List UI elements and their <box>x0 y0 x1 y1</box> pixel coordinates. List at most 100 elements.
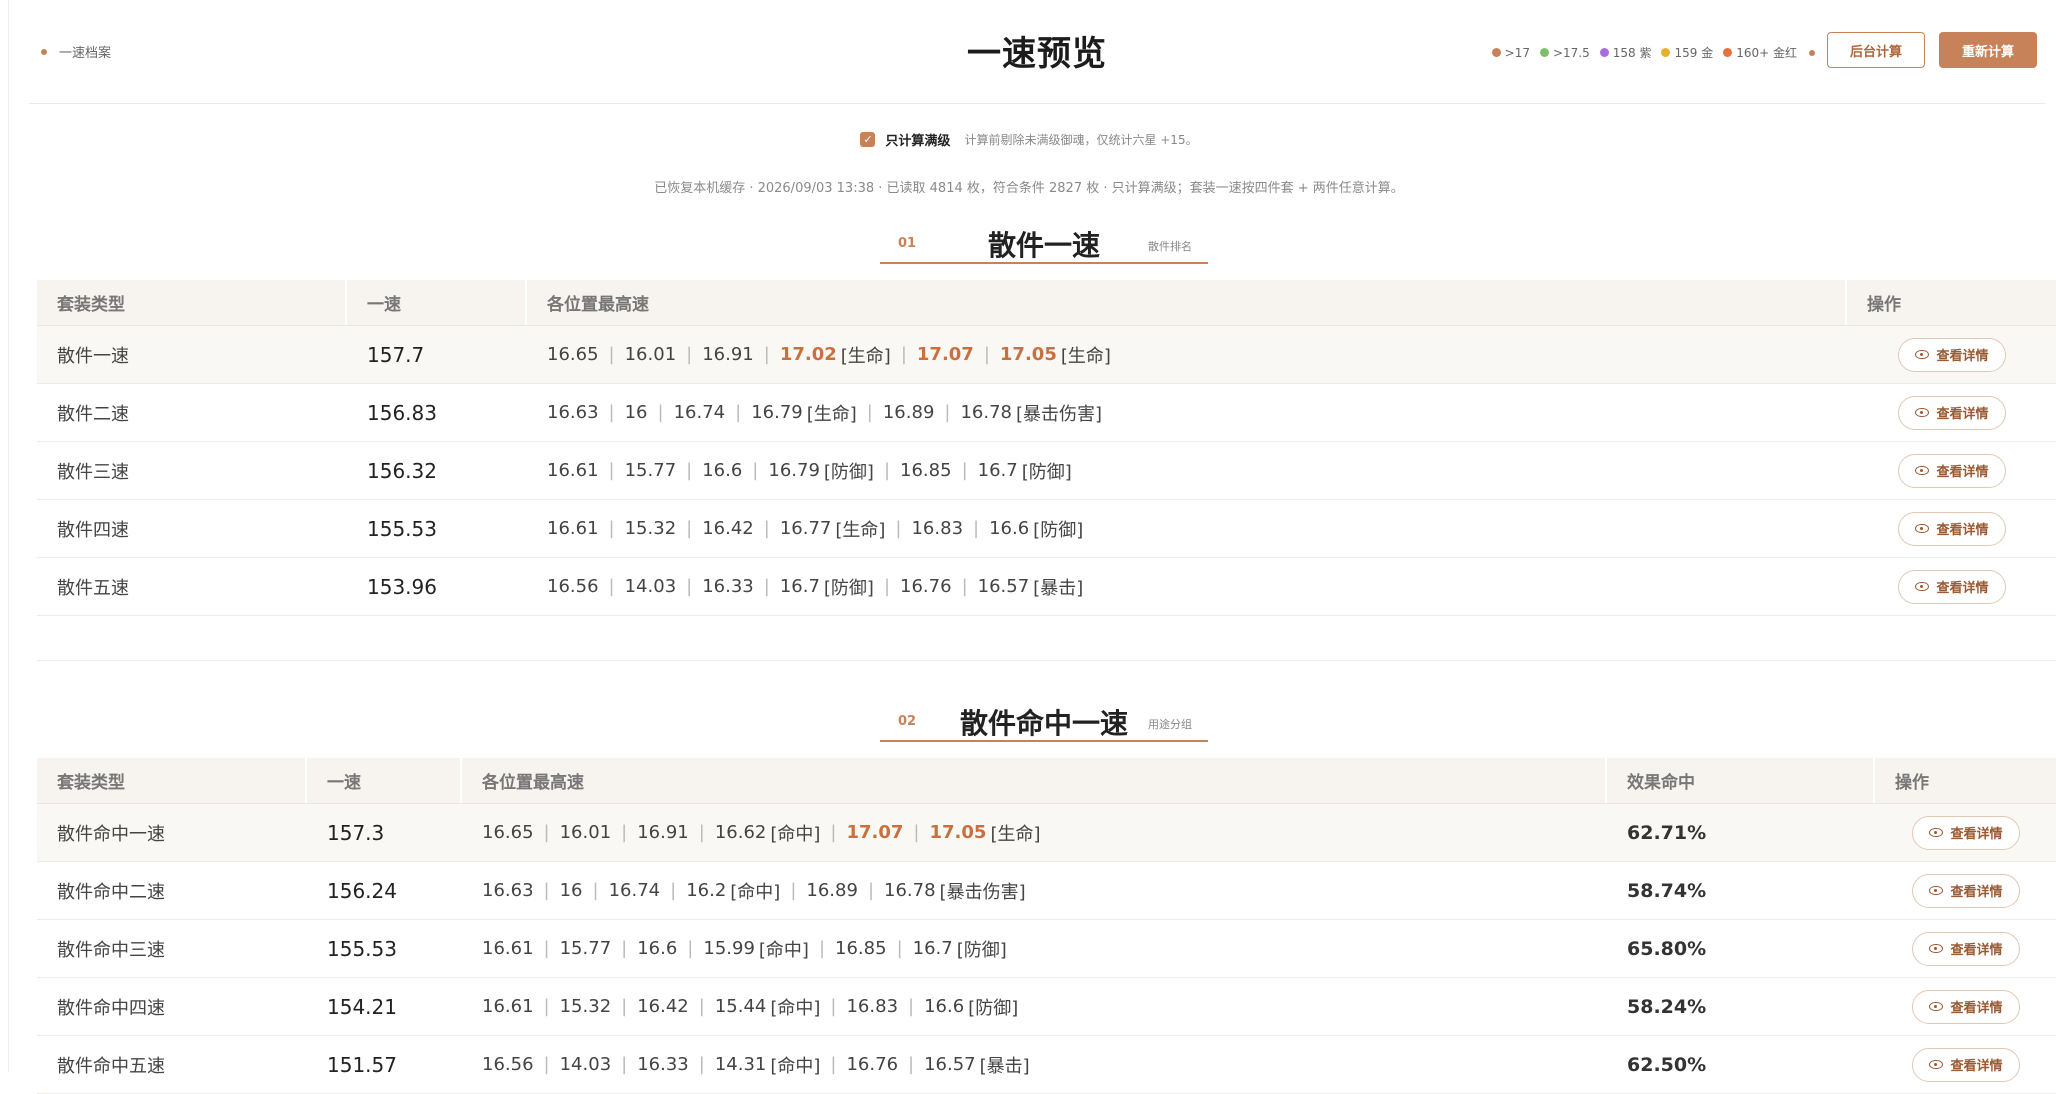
position-speeds-cell: 16.61 | 15.32 | 16.42 | 15.44 [命中] | 16.83 | 16.6 [防… <box>462 978 1607 1035</box>
column-header: 一速 <box>307 758 462 803</box>
separator: | <box>866 402 873 423</box>
set-type-cell: 散件命中四速 <box>57 997 165 1019</box>
column-header: 各位置最高速 <box>462 758 1607 803</box>
main-attr-tag: [暴击伤害] <box>939 881 1026 903</box>
set-type-cell: 散件命中五速 <box>57 1055 165 1077</box>
table-row: 散件命中二速 156.24 16.63 | 16 | 16.74 | 16.2 [命中] | 16.8… <box>37 862 2056 920</box>
separator: | <box>763 576 770 597</box>
position-speed-value: 17.07 <box>916 344 974 365</box>
view-detail-button[interactable]: 查看详情 <box>1912 989 2020 1024</box>
main-attr-tag: [暴击] <box>979 1055 1030 1077</box>
set-type-cell: 散件五速 <box>57 577 129 599</box>
table-row: 散件一速 157.7 16.65 | 16.01 | 16.91 | 17.02 [生命] | 17.… <box>37 326 2056 384</box>
main-attr-tag: [生命] <box>990 823 1041 845</box>
action-cell: 查看详情 <box>1875 920 2056 977</box>
eye-icon <box>1929 828 1944 837</box>
separator: | <box>913 822 920 843</box>
position-speeds-cell: 16.61 | 15.77 | 16.6 | 15.99 [命中] | 16.85 | 16.7 [防御… <box>462 920 1607 977</box>
view-detail-label: 查看详情 <box>1950 885 2003 900</box>
background-calc-button[interactable]: 后台计算 <box>1827 32 1925 68</box>
position-speed-value: 16.01 <box>624 344 677 365</box>
position-speed-value: 16.6 <box>989 518 1030 539</box>
action-cell: 查看详情 <box>1875 1036 2056 1093</box>
position-speed-value: 16.63 <box>547 402 599 423</box>
view-detail-button[interactable]: 查看详情 <box>1912 815 2020 850</box>
position-speed-value: 16.61 <box>547 460 599 481</box>
position-speed-value: 17.07 <box>846 822 904 843</box>
eye-icon <box>1929 1002 1944 1011</box>
position-speeds-cell: 16.65 | 16.01 | 16.91 | 16.62 [命中] | 17.07 | 17.05[… <box>462 804 1607 861</box>
separator: | <box>752 460 759 481</box>
legend-label: 158 紫 <box>1612 46 1652 60</box>
view-detail-button[interactable]: 查看详情 <box>1912 931 2020 966</box>
main-attr-tag: [暴击伤害] <box>1016 403 1103 425</box>
position-speed-value: 16.42 <box>637 996 689 1017</box>
separator: | <box>698 822 705 843</box>
set-type-cell: 散件二速 <box>57 403 129 425</box>
position-speed-value: 16.42 <box>702 518 754 539</box>
main-attr-tag: [防御] <box>823 461 874 483</box>
separator: | <box>670 880 677 901</box>
main-attr-tag: [生命] <box>835 519 886 541</box>
separator: | <box>735 402 742 423</box>
view-detail-button[interactable]: 查看详情 <box>1898 337 2006 372</box>
position-speed-value: 15.77 <box>559 938 612 959</box>
scatter-speed-table: 套装类型 一速 各位置最高速 操作 散件一速 157.7 16.65 | 16.01 | 16.91… <box>37 280 2056 616</box>
position-speed-value: 16.65 <box>547 344 599 365</box>
view-detail-button[interactable]: 查看详情 <box>1898 395 2006 430</box>
separator: | <box>608 576 615 597</box>
max-level-checkbox-label[interactable]: 只计算满级 <box>885 130 950 149</box>
main-attr-tag: [防御] <box>968 997 1019 1019</box>
view-detail-button[interactable]: 查看详情 <box>1898 569 2006 604</box>
main-attr-tag: [生命] <box>806 403 857 425</box>
main-attr-tag: [生命] <box>1060 345 1111 367</box>
separator: | <box>944 402 951 423</box>
position-speed-value: 15.32 <box>559 996 612 1017</box>
separator: | <box>830 822 837 843</box>
position-speed-value: 16.7 <box>977 460 1018 481</box>
view-detail-button[interactable]: 查看详情 <box>1912 1047 2020 1082</box>
position-speed-value: 16.74 <box>608 880 661 901</box>
position-speeds-cell: 16.56 | 14.03 | 16.33 | 14.31 [命中] | 16.76 | 16.57[… <box>462 1036 1607 1093</box>
position-speed-value: 16.78 <box>960 402 1012 423</box>
view-detail-button[interactable]: 查看详情 <box>1912 873 2020 908</box>
table-row: 散件四速 155.53 16.61 | 15.32 | 16.42 | 16.77 [生命] | 16… <box>37 500 2056 558</box>
effect-hit-cell: 58.74% <box>1627 879 1707 902</box>
separator: | <box>698 996 705 1017</box>
separator: | <box>961 460 968 481</box>
position-speed-value: 16.91 <box>702 344 754 365</box>
separator: | <box>883 576 891 597</box>
table-row: 散件命中一速 157.3 16.65 | 16.01 | 16.91 | 16.62 [命中] | 1… <box>37 804 2056 862</box>
position-speed-value: 17.05 <box>999 344 1057 365</box>
recalculate-button[interactable]: 重新计算 <box>1939 32 2037 68</box>
max-level-checkbox[interactable]: ✓ <box>860 132 876 147</box>
eye-icon <box>1915 408 1930 417</box>
legend-label: >17 <box>1504 45 1530 60</box>
view-detail-label: 查看详情 <box>1950 1001 2003 1016</box>
position-speeds-cell: 16.56 | 14.03 | 16.33 | 16.7 [防御] | 16.76 | 16.57 [暴… <box>527 558 1847 615</box>
separator: | <box>687 938 694 959</box>
legend-item: 158 紫 <box>1599 44 1652 61</box>
view-detail-label: 查看详情 <box>1936 465 1989 480</box>
separator: | <box>900 344 907 365</box>
main-attr-tag: [防御] <box>823 577 874 599</box>
view-detail-label: 查看详情 <box>1950 1059 2003 1074</box>
legend-end-dot-icon <box>1809 49 1815 56</box>
separator: | <box>883 460 891 481</box>
position-speed-value: 16.85 <box>900 460 952 481</box>
separator: | <box>983 344 990 365</box>
view-detail-button[interactable]: 查看详情 <box>1898 511 2006 546</box>
table-row: 散件命中五速 151.57 16.56 | 14.03 | 16.33 | 14.31 [命中] |… <box>37 1036 2056 1094</box>
view-detail-button[interactable]: 查看详情 <box>1898 453 2006 488</box>
position-speed-value: 15.77 <box>624 460 677 481</box>
max-level-hint: 计算前剔除未满级御魂，仅统计六星 +15。 <box>964 133 1198 147</box>
position-speed-value: 16.7 <box>779 576 820 597</box>
separator: | <box>790 880 797 901</box>
table-row: 散件五速 153.96 16.56 | 14.03 | 16.33 | 16.7 [防御] | 16.… <box>37 558 2056 616</box>
eye-icon <box>1915 350 1930 359</box>
cache-status-text: 已恢复本机缓存 · 2026/09/03 13:38 · 已读取 4814 枚，… <box>654 181 1404 196</box>
separator: | <box>608 518 615 539</box>
table-row: 散件三速 156.32 16.61 | 15.77 | 16.6 | 16.79 [防御] | 16.… <box>37 442 2056 500</box>
position-speeds-cell: 16.61 | 15.32 | 16.42 | 16.77 [生命] | 16.83 | 16.6 [防… <box>527 500 1847 557</box>
main-attr-tag: [防御] <box>1033 519 1084 541</box>
